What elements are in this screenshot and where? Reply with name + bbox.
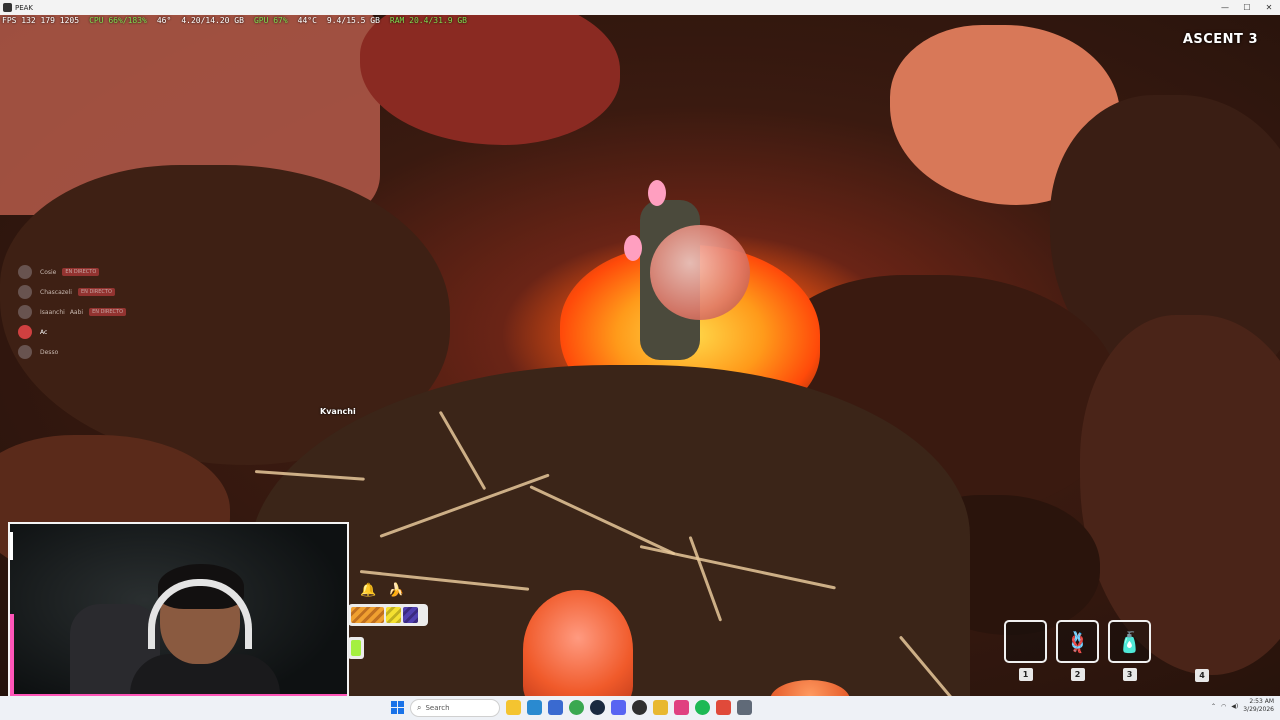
live-badge: EN DIRECTO	[77, 288, 115, 296]
app-icon-pink[interactable]	[674, 700, 689, 715]
search-placeholder: Search	[425, 704, 450, 712]
stamina-bar	[348, 604, 428, 626]
obs-icon[interactable]	[632, 700, 647, 715]
performance-overlay: FPS 132 179 1205 CPU 66%/183% 46° 4.20/1…	[2, 16, 467, 25]
rock	[360, 15, 620, 145]
inventory-slot-2[interactable]: 🪢 2	[1056, 620, 1099, 681]
live-badge: EN DIRECTO	[89, 308, 127, 316]
inventory-hotbar: 1 🪢 2 🧴 3	[1004, 620, 1151, 681]
player-row: Ac	[18, 322, 218, 342]
webcam-frame-accent	[10, 614, 14, 694]
edge-icon[interactable]	[527, 700, 542, 715]
level-indicator: ASCENT 3	[1182, 32, 1258, 47]
chevron-up-icon[interactable]: ⌃	[1211, 703, 1216, 710]
player-row: Desso	[18, 342, 218, 362]
ram-readout: RAM 20.4/31.9 GB	[389, 16, 467, 25]
slot-number: 2	[1070, 668, 1085, 681]
settings-icon[interactable]	[737, 700, 752, 715]
player-name: Desso	[40, 348, 59, 356]
player-name: Isaanchi	[40, 308, 65, 316]
inventory-slot-4-number[interactable]: 4	[1195, 669, 1209, 682]
player-list: Cosie EN DIRECTO Chascazeli EN DIRECTO I…	[18, 262, 218, 362]
maximize-button[interactable]: ☐	[1236, 0, 1258, 15]
character-ear	[648, 180, 666, 206]
taskbar-apps	[506, 700, 752, 715]
stamina-segment-drowsy	[403, 607, 418, 623]
file-explorer-icon[interactable]	[506, 700, 521, 715]
vram-readout: 9.4/15.5 GB	[326, 16, 380, 25]
bottle-glyph: 🧴	[1117, 629, 1142, 654]
player-avatar	[18, 285, 32, 299]
system-clock[interactable]: 2:53 AM 3/29/2026	[1243, 698, 1274, 714]
app-icon	[3, 3, 12, 12]
inventory-slot-1[interactable]: 1	[1004, 620, 1047, 681]
live-badge: EN DIRECTO	[62, 268, 100, 276]
character-ear	[624, 235, 642, 261]
folder-icon[interactable]	[653, 700, 668, 715]
windows-taskbar: ⌕ Search ⌃ ◠ ◀) 2:53 AM 3/29/2026	[0, 696, 1280, 720]
player-avatar	[18, 325, 32, 339]
extra-stamina-fill	[351, 640, 361, 656]
slot-number: 1	[1018, 668, 1033, 681]
gpu-temp-readout: 44°C	[297, 16, 317, 25]
window-controls: — ☐ ✕	[1214, 0, 1280, 15]
wifi-icon[interactable]: ◠	[1221, 703, 1226, 710]
rope-glyph: 🪢	[1065, 629, 1090, 654]
game-icon[interactable]	[716, 700, 731, 715]
window-title: PEAK	[15, 3, 34, 12]
rope-icon[interactable]: 🪢	[1056, 620, 1099, 663]
player-avatar	[18, 265, 32, 279]
system-tray: ⌃ ◠ ◀) 2:53 AM 3/29/2026	[1211, 698, 1274, 714]
start-button[interactable]	[391, 701, 404, 714]
store-icon[interactable]	[548, 700, 563, 715]
extra-stamina-bar	[348, 637, 364, 659]
player-row: Chascazeli EN DIRECTO	[18, 282, 218, 302]
minimize-button[interactable]: —	[1214, 0, 1236, 15]
slot-number: 3	[1122, 668, 1137, 681]
inventory-slot-3[interactable]: 🧴 3	[1108, 620, 1151, 681]
memory-readout: 4.20/14.20 GB	[181, 16, 244, 25]
stamina-segment-injury	[351, 607, 384, 623]
hunger-icon: 🍌	[388, 583, 405, 598]
player-name: Ac	[40, 328, 48, 336]
player-avatar	[18, 345, 32, 359]
player-name: Cosie	[40, 268, 57, 276]
window-titlebar: PEAK — ☐ ✕	[0, 0, 1280, 15]
player-avatar	[18, 305, 32, 319]
cpu-temp-readout: 46°	[156, 16, 172, 25]
close-button[interactable]: ✕	[1258, 0, 1280, 15]
search-icon: ⌕	[417, 703, 422, 712]
clock-time: 2:53 AM	[1249, 698, 1274, 705]
clock-date: 3/29/2026	[1243, 706, 1274, 713]
taskbar-search[interactable]: ⌕ Search	[410, 699, 500, 717]
empty-slot[interactable]	[1004, 620, 1047, 663]
player-row: Isaanchi Aabi EN DIRECTO	[18, 302, 218, 322]
stamina-segment-hunger	[386, 607, 401, 623]
chrome-icon[interactable]	[569, 700, 584, 715]
gpu-readout: GPU 67%	[253, 16, 288, 25]
water-bottle-icon[interactable]: 🧴	[1108, 620, 1151, 663]
weight-icon: 🔔	[360, 583, 377, 598]
cpu-readout: CPU 66%/183%	[89, 16, 147, 25]
spotify-icon[interactable]	[695, 700, 710, 715]
steam-icon[interactable]	[590, 700, 605, 715]
player-name: Chascazeli	[40, 288, 72, 296]
fps-readout: FPS 132 179 1205	[2, 16, 80, 25]
webcam-frame-accent	[10, 532, 13, 560]
player-row: Cosie EN DIRECTO	[18, 262, 218, 282]
player-nametag: Kvanchi	[320, 407, 356, 416]
discord-icon[interactable]	[611, 700, 626, 715]
volume-icon[interactable]: ◀)	[1231, 703, 1238, 710]
character-head	[650, 225, 750, 320]
status-effects: 🔔 🍌	[360, 583, 404, 598]
player-extra: Aabi	[69, 308, 84, 316]
climber-character	[624, 180, 750, 380]
screen: PEAK — ☐ ✕ FPS 132 179 1205 CPU 66%/183%…	[0, 0, 1280, 720]
webcam-overlay	[8, 522, 349, 716]
